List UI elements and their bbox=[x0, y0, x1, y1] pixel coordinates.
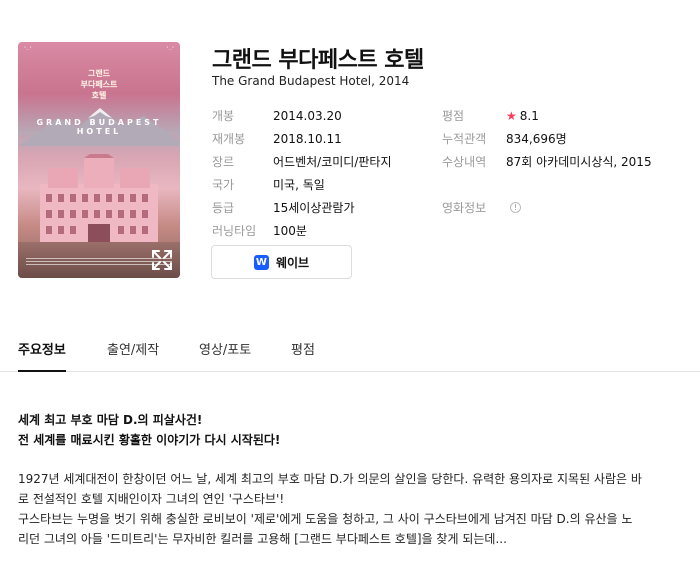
info-list-left: 개봉 2014.03.20 재개봉 2018.10.11 장르 어드벤처/코미디… bbox=[212, 104, 392, 242]
synopsis-line: 1927년 세계대전이 한창이던 어느 날, 세계 최고의 부호 마담 D.가 … bbox=[18, 472, 642, 486]
info-value: 어드벤처/코미디/판타지 bbox=[273, 155, 392, 169]
info-key: 누적관객 bbox=[442, 132, 487, 146]
poster-title-line: 호텔 bbox=[91, 91, 107, 100]
movie-title: 그랜드 부다페스트 호텔 bbox=[212, 48, 424, 73]
info-icon[interactable]: ! bbox=[510, 202, 521, 213]
info-row-rating-grade: 등급 15세이상관람가 bbox=[212, 196, 392, 219]
info-key: 재개봉 bbox=[212, 132, 246, 146]
poster-tagline: "..." "..." bbox=[24, 46, 174, 51]
info-row-country: 국가 미국, 독일 bbox=[212, 173, 392, 196]
movie-poster[interactable]: "..." "..." 그랜드 부다페스트 호텔 GRAND BUDAPEST … bbox=[18, 42, 180, 278]
synopsis-headline: 세계 최고 부호 마담 D.의 피살사건! bbox=[18, 413, 203, 427]
tab-video-photo[interactable]: 영상/포토 bbox=[199, 332, 251, 372]
wave-logo-icon: W bbox=[253, 254, 269, 270]
info-key: 영화정보 bbox=[442, 201, 487, 215]
synopsis-headline: 전 세계를 매료시킨 황홀한 이야기가 다시 시작된다! bbox=[18, 433, 281, 447]
tab-cast-crew[interactable]: 출연/제작 bbox=[107, 332, 159, 372]
info-row-audience: 누적관객 834,696명 bbox=[442, 127, 652, 150]
synopsis: 세계 최고 부호 마담 D.의 피살사건! 전 세계를 매료시킨 황홀한 이야기… bbox=[18, 410, 658, 549]
info-key: 평점 bbox=[442, 109, 465, 123]
info-row-release: 개봉 2014.03.20 bbox=[212, 104, 392, 127]
info-value: 15세이상관람가 bbox=[273, 201, 355, 215]
score-number: 8.1 bbox=[519, 108, 539, 123]
info-list-right: 평점 ★ 8.1 누적관객 834,696명 수상내역 87회 아카데미시상식, … bbox=[442, 104, 652, 219]
info-key: 국가 bbox=[212, 178, 235, 192]
movie-subtitle: The Grand Budapest Hotel, 2014 bbox=[212, 74, 410, 88]
info-value: 100분 bbox=[273, 224, 307, 238]
awards-link[interactable]: 87회 아카데미시상식, 2015 bbox=[506, 153, 652, 170]
poster-arch-text: GRAND BUDAPEST HOTEL bbox=[36, 118, 162, 136]
info-key: 등급 bbox=[212, 201, 235, 215]
score-value: ★ 8.1 bbox=[506, 109, 539, 123]
poster-tagline-left: "..." bbox=[24, 46, 32, 51]
info-row-score: 평점 ★ 8.1 bbox=[442, 104, 652, 127]
info-key: 개봉 bbox=[212, 109, 235, 123]
poster-title-line: 그랜드 bbox=[87, 69, 111, 78]
wave-button-label: 웨이브 bbox=[275, 255, 310, 270]
poster-tagline-right: "..." bbox=[166, 46, 175, 51]
info-row-awards: 수상내역 87회 아카데미시상식, 2015 bbox=[442, 150, 652, 173]
info-value: 미국, 독일 bbox=[273, 178, 325, 192]
tab-bar: 주요정보 출연/제작 영상/포토 평점 bbox=[0, 332, 700, 372]
poster-title-line: 부다페스트 bbox=[80, 80, 118, 89]
poster-hotel bbox=[40, 154, 158, 250]
star-icon: ★ bbox=[506, 108, 517, 123]
info-value: 834,696명 bbox=[506, 132, 567, 146]
synopsis-line: 리던 그녀의 아들 '드미트리'는 무자비한 킬러를 고용해 [그랜드 부다페스… bbox=[18, 532, 507, 546]
info-value: 2018.10.11 bbox=[273, 131, 342, 146]
info-row-runtime: 러닝타임 100분 bbox=[212, 219, 392, 242]
wave-watch-button[interactable]: W 웨이브 bbox=[211, 245, 352, 279]
info-row-rerelease: 재개봉 2018.10.11 bbox=[212, 127, 392, 150]
synopsis-line: 구스타브는 누명을 벗기 위해 충실한 로비보이 '제로'에게 도움을 청하고,… bbox=[18, 512, 633, 526]
expand-icon[interactable] bbox=[150, 248, 174, 272]
info-value: 2014.03.20 bbox=[273, 108, 342, 123]
tab-main-info[interactable]: 주요정보 bbox=[18, 332, 66, 372]
synopsis-line: 로 전설적인 호텔 지배인이자 그녀의 연인 '구스타브'! bbox=[18, 492, 285, 506]
info-row-spacer bbox=[442, 173, 652, 196]
info-row-movieinfo: 영화정보 ! bbox=[442, 196, 652, 219]
info-row-genre: 장르 어드벤처/코미디/판타지 bbox=[212, 150, 392, 173]
info-key: 수상내역 bbox=[442, 155, 487, 169]
info-key: 장르 bbox=[212, 155, 235, 169]
info-key: 러닝타임 bbox=[212, 224, 257, 238]
tab-ratings[interactable]: 평점 bbox=[291, 332, 315, 372]
synopsis-body: 1927년 세계대전이 한창이던 어느 날, 세계 최고의 부호 마담 D.가 … bbox=[18, 469, 658, 549]
poster-title: 그랜드 부다페스트 호텔 bbox=[18, 68, 180, 101]
